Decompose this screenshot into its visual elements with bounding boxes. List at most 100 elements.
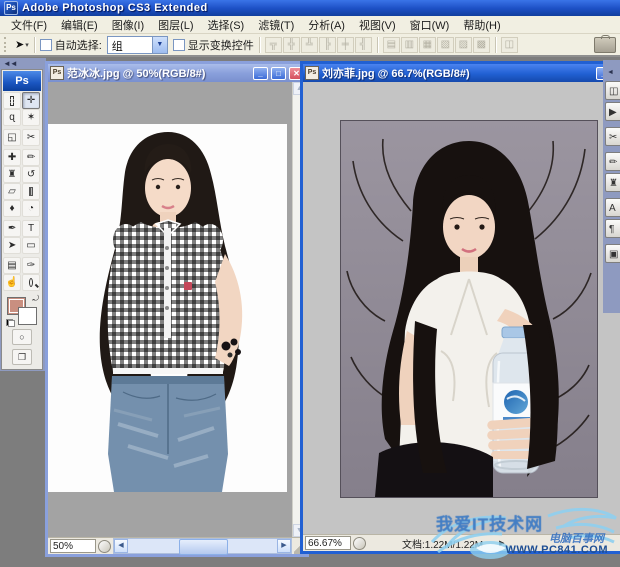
menu-help[interactable]: 帮助(H) <box>456 16 507 34</box>
panel-layer-comps[interactable]: ▣ <box>605 244 620 263</box>
distribute-left-edges-button[interactable]: ▧ <box>436 36 454 53</box>
eraser-tool[interactable]: ▱ <box>3 183 21 200</box>
menu-analysis[interactable]: 分析(A) <box>301 16 352 34</box>
align-left-edges-button[interactable]: ╠ <box>318 36 336 53</box>
magic-wand-tool[interactable]: ✶ <box>22 109 40 126</box>
quick-mask-button[interactable]: ○ <box>12 329 32 345</box>
notes-icon: ▤ <box>7 260 17 271</box>
align-buttons: ╦ ╬ ╩ ╠ ╪ ╣ <box>264 36 372 53</box>
slice-tool[interactable]: ✂ <box>22 129 40 146</box>
notes-tool[interactable]: ▤ <box>3 257 21 274</box>
dock-collapse-icon[interactable]: ◄ <box>607 69 614 76</box>
panel-character[interactable]: A <box>605 198 620 217</box>
align-right-edges-button[interactable]: ╣ <box>354 36 372 53</box>
distribute-vertical-centers-button[interactable]: ▥ <box>400 36 418 53</box>
gradient-tool[interactable] <box>22 183 40 200</box>
status-flyout-icon[interactable]: ▶ <box>493 538 510 548</box>
crop-tool[interactable]: ◱ <box>3 129 21 146</box>
scroll-right-icon[interactable]: ▶ <box>277 539 291 553</box>
eyedropper-icon: ✑ <box>26 260 36 271</box>
minimize-button[interactable]: _ <box>253 66 268 80</box>
document-titlebar[interactable]: Ps 刘亦菲.jpg @ 66.7%(RGB/8#) _ <box>303 64 620 82</box>
lasso-tool[interactable]: ɋ <box>3 109 21 126</box>
photo-fanbingbing <box>48 124 287 492</box>
type-tool[interactable]: T <box>22 220 40 237</box>
spot-healing-brush-tool[interactable]: ✚ <box>3 149 21 166</box>
menu-view[interactable]: 视图(V) <box>352 16 403 34</box>
document-title: 范冰冰.jpg @ 50%(RGB/8#) <box>67 68 206 80</box>
pen-tool[interactable]: ✒ <box>3 220 21 237</box>
status-menu-icon[interactable] <box>353 536 366 550</box>
palette-well-icon[interactable] <box>594 34 616 53</box>
panel-brushes[interactable]: ✏ <box>605 152 620 171</box>
pen-icon: ✒ <box>7 223 17 234</box>
maximize-button[interactable]: □ <box>271 66 286 80</box>
menu-filter[interactable]: 滤镜(T) <box>251 16 301 34</box>
align-top-edges-button[interactable]: ╦ <box>264 36 282 53</box>
move-tool[interactable]: ✛ <box>22 92 40 109</box>
auto-select-dropdown[interactable]: 组 ▼ <box>106 35 168 54</box>
type-icon: T <box>27 223 35 234</box>
menu-file[interactable]: 文件(F) <box>4 16 54 34</box>
eyedropper-tool[interactable]: ✑ <box>22 257 40 274</box>
tool-options-bar: ➤▾ 自动选择: 组 ▼ 显示变换控件 ╦ ╬ ╩ ╠ ╪ ╣ ▤ ▥ ▦ ▧ <box>0 34 620 57</box>
zoom-tool[interactable] <box>22 274 40 291</box>
panel-tool-presets[interactable]: ✂ <box>605 127 620 146</box>
move-tool-preset-icon[interactable]: ➤ ▾ <box>15 38 29 51</box>
swap-colors-icon[interactable]: ⤾ <box>32 294 39 304</box>
divider <box>494 36 496 53</box>
zoom-level-field[interactable]: 50% <box>50 539 96 553</box>
menu-image[interactable]: 图像(I) <box>105 16 151 34</box>
clone-stamp-tool[interactable]: ♜ <box>3 166 21 183</box>
horizontal-scrollbar[interactable]: ◀ ▶ <box>113 538 292 555</box>
path-selection-tool[interactable]: ➤ <box>3 237 21 254</box>
canvas-area[interactable] <box>48 82 292 537</box>
menu-edit[interactable]: 编辑(E) <box>54 16 105 34</box>
document-titlebar[interactable]: Ps 范冰冰.jpg @ 50%(RGB/8#) _ □ ✕ <box>48 64 306 82</box>
zoom-level-field[interactable]: 66.67% <box>305 536 351 550</box>
scrollbar-thumb[interactable] <box>178 539 229 555</box>
toolbox-collapse-icon[interactable]: ◄◄ <box>1 59 45 69</box>
divider <box>376 36 378 53</box>
document-icon: Ps <box>305 66 319 80</box>
show-transform-checkbox[interactable]: 显示变换控件 <box>172 37 254 53</box>
menu-select[interactable]: 选择(S) <box>201 16 252 34</box>
panel-navigator[interactable]: ◫ <box>605 81 620 100</box>
distribute-bottom-edges-button[interactable]: ▦ <box>418 36 436 53</box>
blur-icon: ♦ <box>9 203 15 214</box>
dodge-tool[interactable]: ◔ <box>22 200 40 217</box>
hand-tool[interactable]: ☝ <box>3 274 21 291</box>
scroll-left-icon[interactable]: ◀ <box>114 539 128 553</box>
brush-tool[interactable]: ✏ <box>22 149 40 166</box>
shape-tool[interactable]: ▭ <box>22 237 40 254</box>
workspace: ◄◄ Ps ✛ ɋ ✶ ◱ ✂ ✚ ✏ ♜ ↺ ▱ ♦ ◔ ✒ T ➤ ▭ ▤ … <box>0 57 620 567</box>
document-size-info: 文档:1.22M/1.22M <box>402 539 484 551</box>
blur-tool[interactable]: ♦ <box>3 200 21 217</box>
distribute-right-edges-button[interactable]: ▩ <box>472 36 490 53</box>
canvas-area[interactable] <box>303 82 620 534</box>
default-colors-icon[interactable] <box>6 319 15 327</box>
status-menu-icon[interactable] <box>98 539 111 553</box>
align-horizontal-centers-button[interactable]: ╪ <box>336 36 354 53</box>
screen-mode-button[interactable]: ❐ <box>12 349 32 365</box>
auto-select-checkbox[interactable]: 自动选择: <box>39 37 102 53</box>
history-brush-tool[interactable]: ↺ <box>22 166 40 183</box>
menu-window[interactable]: 窗口(W) <box>403 16 457 34</box>
auto-align-layers-button[interactable]: ◫ <box>500 36 518 53</box>
panel-actions[interactable]: ▶ <box>605 102 620 121</box>
app-title: Adobe Photoshop CS3 Extended <box>22 2 208 14</box>
background-color-swatch[interactable] <box>18 307 37 325</box>
dropdown-arrow-icon[interactable]: ▼ <box>151 36 167 53</box>
panel-clone-source[interactable]: ♜ <box>605 173 620 192</box>
menu-layer[interactable]: 图层(L) <box>151 16 200 34</box>
align-bottom-edges-button[interactable]: ╩ <box>300 36 318 53</box>
distribute-horizontal-centers-button[interactable]: ▨ <box>454 36 472 53</box>
panel-paragraph[interactable]: ¶ <box>605 219 620 238</box>
checkbox-icon[interactable] <box>172 38 185 51</box>
checkbox-icon[interactable] <box>39 38 52 51</box>
align-vertical-centers-button[interactable]: ╬ <box>282 36 300 53</box>
eraser-icon: ▱ <box>8 186 16 197</box>
scrollbar-track[interactable] <box>128 539 277 555</box>
rectangular-marquee-tool[interactable] <box>3 92 21 109</box>
distribute-top-edges-button[interactable]: ▤ <box>382 36 400 53</box>
